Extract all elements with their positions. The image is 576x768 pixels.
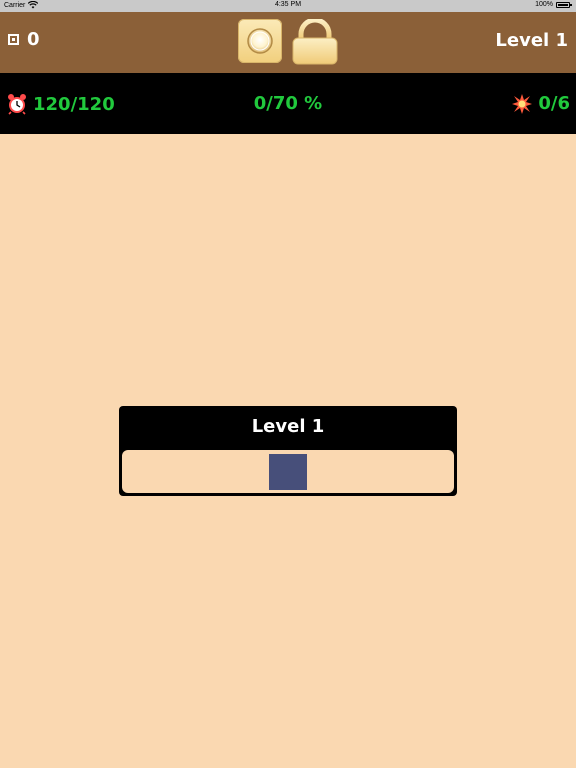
top-bar: 0 Level 1 xyxy=(0,12,576,73)
filled-slot[interactable] xyxy=(269,454,307,490)
level-panel-body xyxy=(122,450,454,493)
level-panel-title: Level 1 xyxy=(251,416,325,437)
stats-bar: 120/120 0/70 % 0/6 xyxy=(0,73,576,134)
hint-button[interactable] xyxy=(238,19,282,63)
level-label: Level 1 xyxy=(495,30,568,51)
hits-display: 0/6 xyxy=(512,93,570,114)
lock-button[interactable] xyxy=(292,17,338,65)
status-right: 100% xyxy=(535,1,572,8)
level-panel: Level 1 xyxy=(119,406,457,496)
score-display: 0 xyxy=(8,29,40,50)
lock-icon xyxy=(292,17,338,65)
battery-percent: 100% xyxy=(535,1,553,8)
explosion-icon xyxy=(512,93,533,114)
progress-percent: 0/70 % xyxy=(253,93,323,114)
hits-value: 0/6 xyxy=(538,93,570,114)
lightbulb-icon xyxy=(247,28,273,54)
status-bar: Carrier 4:35 PM 100% xyxy=(0,0,576,12)
status-time: 4:35 PM xyxy=(274,1,302,8)
square-icon xyxy=(8,34,19,45)
game-screen: Carrier 4:35 PM 100% 0 Level 1 120/120 0… xyxy=(0,0,576,768)
score-value: 0 xyxy=(27,29,40,50)
battery-icon xyxy=(556,1,572,8)
